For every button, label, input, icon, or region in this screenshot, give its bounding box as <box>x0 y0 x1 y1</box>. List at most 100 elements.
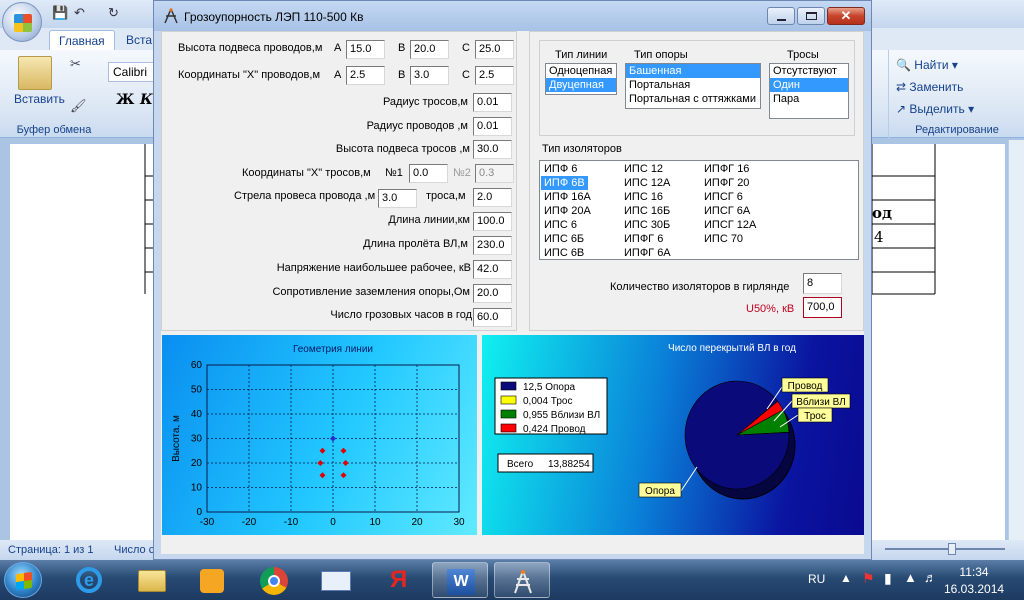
select-button[interactable]: ↗ Выделить ▾ <box>896 102 974 116</box>
cables-option[interactable]: Один <box>770 78 848 92</box>
tower-type-option[interactable]: Портальная <box>626 78 760 92</box>
power-icon[interactable]: ▮ <box>884 570 892 587</box>
insulator-count-input[interactable]: 8 <box>803 273 842 294</box>
cable-sag-input[interactable]: 2.0 <box>473 188 512 207</box>
tower-type-list[interactable]: Башенная Портальная Портальная с оттяжка… <box>625 63 761 109</box>
insulator-option[interactable]: ИПФГ 6 <box>621 232 666 246</box>
phase-c-label: C <box>462 42 470 54</box>
y-axis-label: Высота, м <box>171 415 182 462</box>
cable-radius-input[interactable]: 0.01 <box>473 93 512 112</box>
action-center-icon[interactable]: ⚑ <box>862 570 875 587</box>
page-count-status[interactable]: Страница: 1 из 1 <box>8 544 94 556</box>
cables-option[interactable]: Пара <box>770 92 848 106</box>
pie-callout-line <box>680 466 698 492</box>
tower-type-option[interactable]: Башенная <box>626 64 760 78</box>
font-name-box[interactable]: Calibri <box>108 62 156 82</box>
line-type-option[interactable]: Двуцепная <box>546 78 616 92</box>
line-length-input[interactable]: 100.0 <box>473 212 512 231</box>
cable-sag-label: троса,м <box>426 190 466 202</box>
span-length-input[interactable]: 230.0 <box>473 236 512 255</box>
wire-height-a-input[interactable]: 15.0 <box>346 40 385 59</box>
wire-height-c-input[interactable]: 25.0 <box>475 40 514 59</box>
insulator-option[interactable]: ИПС 12А <box>621 176 673 190</box>
cable-height-input[interactable]: 30.0 <box>473 140 512 159</box>
bold-button[interactable]: Ж <box>116 92 134 108</box>
insulator-option[interactable]: ИПСГ 6 <box>701 190 746 204</box>
u50-output[interactable]: 700,0 <box>803 297 842 318</box>
wire-x-b-input[interactable]: 3.0 <box>410 66 449 85</box>
voltage-input[interactable]: 42.0 <box>473 260 512 279</box>
redo-icon[interactable]: ↻ <box>108 5 119 21</box>
taskbar-word[interactable]: W <box>432 562 488 598</box>
find-button[interactable]: 🔍 Найти ▾ <box>896 58 958 72</box>
insulator-option[interactable]: ИПС 12 <box>621 162 666 176</box>
tab-home[interactable]: Главная <box>49 30 115 50</box>
taskbar-media-player[interactable] <box>184 562 240 598</box>
data-point <box>342 460 349 466</box>
clock-date[interactable]: 16.03.2014 <box>944 582 1004 596</box>
app-titlebar[interactable]: Грозоупорность ЛЭП 110-500 Кв ✕ <box>154 1 871 31</box>
paste-button[interactable]: Вставить <box>14 92 65 106</box>
wire-height-b-input[interactable]: 20.0 <box>410 40 449 59</box>
line-type-option[interactable]: Одноцепная <box>546 64 616 78</box>
cables-option[interactable]: Отсутствуют <box>770 64 848 78</box>
taskbar-explorer[interactable] <box>124 562 180 598</box>
line-type-list[interactable]: Одноцепная Двуцепная <box>545 63 617 95</box>
wire-sag-input[interactable]: 3.0 <box>378 189 417 208</box>
insulator-option[interactable]: ИПФГ 6А <box>621 246 674 259</box>
format-painter-icon[interactable]: 🖌 <box>70 98 87 114</box>
insulator-option[interactable]: ИПФ 6В <box>541 176 588 190</box>
undo-icon[interactable]: ↶ <box>74 5 85 21</box>
language-indicator[interactable]: RU <box>808 572 825 586</box>
cables-list[interactable]: Отсутствуют Один Пара <box>769 63 849 119</box>
insulator-option[interactable]: ИПС 6 <box>541 218 580 232</box>
taskbar-ie[interactable]: e <box>62 562 118 598</box>
wire-radius-input[interactable]: 0.01 <box>473 117 512 136</box>
insulator-option[interactable]: ИПФ 6 <box>541 162 580 176</box>
insulator-option[interactable]: ИПС 16Б <box>621 204 673 218</box>
taskbar-mail[interactable] <box>308 562 364 598</box>
zoom-slider-thumb[interactable] <box>948 543 956 555</box>
storm-hours-input[interactable]: 60.0 <box>473 308 512 327</box>
tower-type-option[interactable]: Портальная с оттяжками <box>626 92 760 106</box>
insulator-option[interactable]: ИПС 30Б <box>621 218 673 232</box>
taskbar-yandex[interactable]: Я <box>370 562 426 598</box>
insulator-option[interactable]: ИПФГ 20 <box>701 176 752 190</box>
pie-slice-label: Опора <box>645 486 675 497</box>
cable-1-x-input[interactable]: 0.0 <box>409 164 448 183</box>
x-tick-label: -30 <box>200 517 215 528</box>
insulator-option[interactable]: ИПС 6Б <box>541 232 587 246</box>
cut-icon[interactable]: ✂ <box>70 56 81 72</box>
insulator-option[interactable]: ИПФ 20А <box>541 204 594 218</box>
wire-x-c-input[interactable]: 2.5 <box>475 66 514 85</box>
maximize-button[interactable] <box>797 7 825 25</box>
taskbar-chrome[interactable] <box>246 562 302 598</box>
insulator-option[interactable]: ИПФГ 16 <box>701 162 752 176</box>
insulator-option[interactable]: ИПФ 16А <box>541 190 594 204</box>
insulator-option[interactable]: ИПСГ 6А <box>701 204 753 218</box>
italic-button[interactable]: К <box>140 92 153 108</box>
wire-radius-label: Радиус проводов ,м <box>366 120 468 132</box>
show-hidden-icons[interactable]: ▲ <box>840 571 852 585</box>
start-button[interactable] <box>4 562 42 598</box>
save-icon[interactable]: 💾 <box>52 5 68 21</box>
clock-time[interactable]: 11:34 <box>944 565 1004 579</box>
replace-button[interactable]: ⇄ Заменить <box>896 80 963 94</box>
cable-x-label: Координаты "X" тросов,м <box>242 167 371 179</box>
network-icon[interactable]: ▲ <box>904 570 917 585</box>
grounding-input[interactable]: 20.0 <box>473 284 512 303</box>
insulator-option[interactable]: ИПС 6В <box>541 246 587 259</box>
close-button[interactable]: ✕ <box>827 7 865 25</box>
paste-icon[interactable] <box>18 56 52 90</box>
wire-x-a-input[interactable]: 2.5 <box>346 66 385 85</box>
minimize-button[interactable] <box>767 7 795 25</box>
volume-icon[interactable]: ♬ <box>924 570 937 585</box>
insulator-option[interactable]: ИПС 16 <box>621 190 666 204</box>
word-count-status[interactable]: Число с <box>114 544 154 556</box>
zoom-slider[interactable] <box>885 548 1005 550</box>
taskbar-app[interactable] <box>494 562 550 598</box>
word-vertical-scrollbar[interactable] <box>1008 140 1024 540</box>
insulator-type-list[interactable]: ИПФ 6 ИПФ 6В ИПФ 16А ИПФ 20А ИПС 6 ИПС 6Б ИПС … <box>539 160 859 260</box>
insulator-option[interactable]: ИПСГ 12А <box>701 218 759 232</box>
insulator-option[interactable]: ИПС 70 <box>701 232 746 246</box>
